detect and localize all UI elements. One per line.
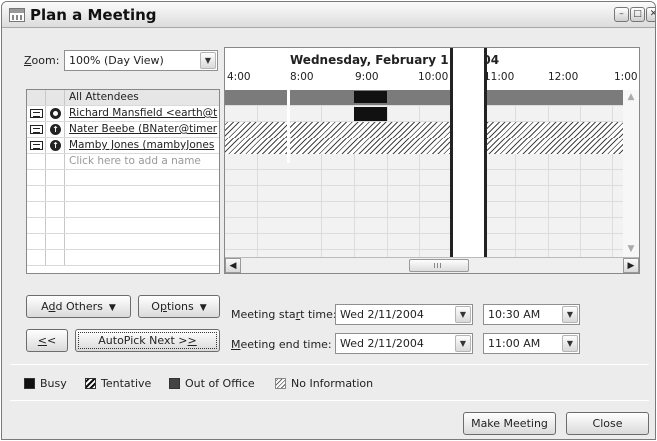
start-time-select[interactable]: 10:30 AM ▼ [483, 304, 580, 325]
time-label: 10:00 [418, 71, 449, 83]
send-mail-icon[interactable] [30, 109, 43, 118]
window-title: Plan a Meeting [30, 6, 157, 24]
meeting-time-selection[interactable] [450, 48, 487, 273]
zoom-select[interactable]: 100% (Day View) ▼ [64, 50, 218, 71]
chevron-down-icon[interactable]: ▼ [455, 306, 471, 323]
busy-swatch-icon [24, 378, 35, 389]
zoom-label: Zoom: [24, 54, 60, 67]
required-attendee-icon[interactable]: ↑ [50, 124, 61, 135]
minimize-button[interactable]: – [614, 7, 629, 22]
attendee-name[interactable]: Nater Beebe (BNater@timer [69, 123, 217, 135]
schedule-grid-body[interactable] [225, 90, 639, 273]
chevron-down-icon[interactable]: ▼ [562, 306, 578, 323]
free-busy-grid[interactable]: Wednesday, February 11, 2004 4:00 8:00 9… [224, 47, 640, 274]
time-label: 1:00 [614, 71, 638, 83]
all-attendees-label: All Attendees [69, 91, 139, 103]
maximize-button[interactable]: □ [630, 7, 645, 22]
scroll-up-icon[interactable]: ▲ [623, 90, 639, 105]
chevron-down-icon[interactable]: ▼ [562, 335, 578, 352]
scroll-thumb[interactable] [409, 259, 469, 272]
zoom-value: 100% (Day View) [69, 54, 164, 67]
separator [10, 364, 649, 365]
close-window-button[interactable]: ✕ [646, 7, 655, 22]
busy-block [354, 107, 387, 121]
meeting-start-label: Meeting start time: [231, 308, 337, 321]
attendee-name[interactable]: Richard Mansfield <earth@t [69, 107, 217, 119]
meeting-end-label: Meeting end time: [231, 338, 332, 351]
scroll-down-icon[interactable]: ▼ [623, 242, 639, 257]
close-button[interactable]: Close [566, 412, 649, 435]
time-label: 8:00 [290, 71, 314, 83]
time-label: 11:00 [484, 71, 515, 83]
autopick-next-button[interactable]: AutoPick Next >> [75, 329, 220, 352]
vertical-scrollbar[interactable]: ▲ ▼ [623, 90, 639, 259]
time-label: 9:00 [355, 71, 379, 83]
autopick-previous-button[interactable]: << [26, 329, 68, 352]
separator [10, 400, 649, 401]
attendee-row[interactable]: Richard Mansfield <earth@t [27, 106, 219, 122]
scroll-right-icon[interactable]: ▶ [623, 258, 639, 273]
send-mail-icon[interactable] [30, 141, 43, 150]
organizer-icon[interactable] [50, 108, 61, 119]
out-of-office-swatch-icon [169, 378, 180, 389]
end-time-select[interactable]: 11:00 AM ▼ [483, 333, 580, 354]
chevron-down-icon[interactable]: ▼ [455, 335, 471, 352]
attendee-row[interactable]: ↑ Mamby Jones (mambyJones [27, 138, 219, 154]
no-information-swatch-icon [275, 378, 286, 389]
start-date-select[interactable]: Wed 2/11/2004 ▼ [335, 304, 473, 325]
attendee-name[interactable]: Mamby Jones (mambyJones [69, 139, 214, 151]
plan-a-meeting-window: Plan a Meeting – □ ✕ Zoom: 100% (Day Vie… [1, 1, 656, 440]
add-others-button[interactable]: Add Others ▼ [26, 295, 131, 318]
chevron-down-icon: ▼ [108, 303, 116, 313]
options-button[interactable]: Options ▼ [138, 295, 220, 318]
send-mail-icon[interactable] [30, 125, 43, 134]
attendee-row[interactable]: ↑ Nater Beebe (BNater@timer [27, 122, 219, 138]
busy-block [354, 91, 387, 103]
attendee-list: All Attendees Richard Mansfield <earth@t… [26, 89, 220, 274]
required-attendee-icon[interactable]: ↑ [50, 140, 61, 151]
scroll-left-icon[interactable]: ◀ [225, 258, 241, 273]
chevron-down-icon: ▼ [199, 303, 207, 313]
add-name-placeholder[interactable]: Click here to add a name [69, 155, 201, 167]
add-attendee-row[interactable]: Click here to add a name [27, 154, 219, 170]
make-meeting-button[interactable]: Make Meeting [463, 412, 556, 435]
end-date-select[interactable]: Wed 2/11/2004 ▼ [335, 333, 473, 354]
title-bar[interactable]: Plan a Meeting – □ ✕ [2, 2, 655, 28]
tentative-swatch-icon [85, 378, 96, 389]
horizontal-scrollbar[interactable]: ◀ ▶ [225, 257, 639, 273]
time-label: 4:00 [227, 71, 251, 83]
chevron-down-icon[interactable]: ▼ [200, 52, 216, 69]
time-label: 12:00 [548, 71, 579, 83]
attendee-header-row: All Attendees [27, 90, 219, 106]
calendar-icon [9, 8, 25, 22]
